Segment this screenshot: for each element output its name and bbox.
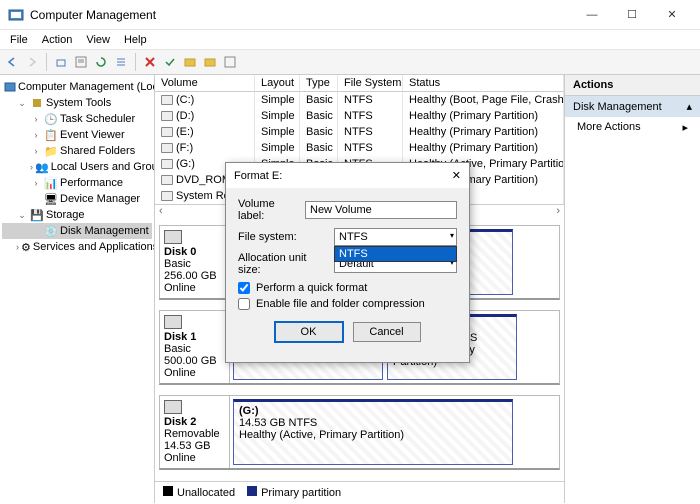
disk-icon bbox=[164, 315, 182, 329]
volume-icon bbox=[161, 175, 173, 185]
refresh-icon[interactable] bbox=[93, 54, 109, 70]
tree-services-apps[interactable]: ›⚙Services and Applications bbox=[2, 239, 152, 255]
collapse-icon: ▴ bbox=[686, 100, 692, 113]
tree-event-viewer[interactable]: ›📋Event Viewer bbox=[2, 127, 152, 143]
window-title: Computer Management bbox=[30, 8, 572, 22]
folder-icon[interactable] bbox=[182, 54, 198, 70]
quick-format-checkbox[interactable]: Perform a quick format bbox=[238, 282, 457, 294]
disk-label[interactable]: Disk 0Basic256.00 GBOnline bbox=[160, 226, 230, 298]
back-icon[interactable] bbox=[4, 54, 20, 70]
disk-icon bbox=[164, 230, 182, 244]
quick-format-input[interactable] bbox=[238, 282, 250, 294]
volume-icon bbox=[161, 127, 173, 137]
volume-row[interactable]: (E:)SimpleBasicNTFSHealthy (Primary Part… bbox=[155, 124, 564, 140]
tree-panel: Computer Management (Local ⌄System Tools… bbox=[0, 75, 155, 503]
tree-shared-folders[interactable]: ›📁Shared Folders bbox=[2, 143, 152, 159]
col-status[interactable]: Status bbox=[403, 75, 564, 92]
chevron-right-icon: ▸ bbox=[682, 121, 688, 134]
volume-icon bbox=[161, 95, 173, 105]
disk-label[interactable]: Disk 1Basic500.00 GBOnline bbox=[160, 311, 230, 383]
tree-task-scheduler[interactable]: ›🕒Task Scheduler bbox=[2, 111, 152, 127]
tree-disk-management[interactable]: 💿Disk Management bbox=[2, 223, 152, 239]
app-icon bbox=[8, 7, 24, 23]
close-button[interactable]: ✕ bbox=[652, 1, 692, 29]
volume-row[interactable]: (C:)SimpleBasicNTFSHealthy (Boot, Page F… bbox=[155, 92, 564, 108]
volume-icon bbox=[161, 111, 173, 121]
list-icon[interactable] bbox=[113, 54, 129, 70]
filesystem-dropdown: NTFS bbox=[334, 246, 457, 262]
minimize-button[interactable]: — bbox=[572, 1, 612, 29]
tree-storage[interactable]: ⌄💾Storage bbox=[2, 207, 152, 223]
properties-icon[interactable] bbox=[73, 54, 89, 70]
folder2-icon[interactable] bbox=[202, 54, 218, 70]
check-icon[interactable] bbox=[162, 54, 178, 70]
dialog-title: Format E: bbox=[234, 170, 282, 182]
filesystem-label: File system: bbox=[238, 231, 328, 243]
filesystem-combo[interactable]: NTFS▾ NTFS bbox=[334, 228, 457, 246]
cancel-button[interactable]: Cancel bbox=[353, 322, 421, 342]
toolbar bbox=[0, 49, 700, 75]
tree-local-users[interactable]: ›👥Local Users and Groups bbox=[2, 159, 152, 175]
disk-icon bbox=[164, 400, 182, 414]
dialog-titlebar: Format E: ✕ bbox=[226, 163, 469, 188]
maximize-button[interactable]: ☐ bbox=[612, 1, 652, 29]
up-icon[interactable] bbox=[53, 54, 69, 70]
tree-system-tools[interactable]: ⌄System Tools bbox=[2, 95, 152, 111]
tree-device-manager[interactable]: 🖥Device Manager bbox=[2, 191, 152, 207]
disk-row: Disk 2Removable14.53 GBOnline(G:)14.53 G… bbox=[159, 395, 560, 470]
actions-panel: Actions Disk Management▴ More Actions▸ bbox=[565, 75, 700, 503]
volume-label-label: Volume label: bbox=[238, 198, 299, 222]
menubar: File Action View Help bbox=[0, 30, 700, 49]
partition[interactable]: (G:)14.53 GB NTFSHealthy (Active, Primar… bbox=[233, 399, 513, 465]
menu-help[interactable]: Help bbox=[118, 32, 153, 48]
col-filesystem[interactable]: File System bbox=[338, 75, 403, 92]
menu-action[interactable]: Action bbox=[36, 32, 79, 48]
col-type[interactable]: Type bbox=[300, 75, 338, 92]
compression-input[interactable] bbox=[238, 298, 250, 310]
chevron-down-icon: ▾ bbox=[450, 231, 454, 240]
forward-icon[interactable] bbox=[24, 54, 40, 70]
legend-unallocated: Unallocated bbox=[163, 486, 235, 499]
menu-file[interactable]: File bbox=[4, 32, 34, 48]
tree-root[interactable]: Computer Management (Local bbox=[2, 79, 152, 95]
col-volume[interactable]: Volume bbox=[155, 75, 255, 92]
disk-label[interactable]: Disk 2Removable14.53 GBOnline bbox=[160, 396, 230, 468]
volume-icon bbox=[161, 143, 173, 153]
menu-view[interactable]: View bbox=[80, 32, 116, 48]
legend: Unallocated Primary partition bbox=[155, 481, 564, 503]
titlebar: Computer Management — ☐ ✕ bbox=[0, 0, 700, 30]
actions-more[interactable]: More Actions▸ bbox=[565, 117, 700, 138]
legend-primary: Primary partition bbox=[247, 486, 341, 499]
compression-checkbox[interactable]: Enable file and folder compression bbox=[238, 298, 457, 310]
allocation-label: Allocation unit size: bbox=[238, 252, 328, 276]
ok-button[interactable]: OK bbox=[275, 322, 343, 342]
col-layout[interactable]: Layout bbox=[255, 75, 300, 92]
volume-label-input[interactable] bbox=[305, 201, 457, 219]
format-dialog: Format E: ✕ Volume label: File system: N… bbox=[225, 162, 470, 363]
volume-row[interactable]: (F:)SimpleBasicNTFSHealthy (Primary Part… bbox=[155, 140, 564, 156]
filesystem-option-ntfs[interactable]: NTFS bbox=[335, 247, 456, 261]
dialog-close-icon[interactable]: ✕ bbox=[452, 169, 461, 182]
volume-icon bbox=[161, 191, 173, 201]
help-icon[interactable] bbox=[222, 54, 238, 70]
volume-icon bbox=[161, 159, 173, 169]
tree-performance[interactable]: ›📊Performance bbox=[2, 175, 152, 191]
volume-row[interactable]: (D:)SimpleBasicNTFSHealthy (Primary Part… bbox=[155, 108, 564, 124]
actions-disk-management[interactable]: Disk Management▴ bbox=[565, 96, 700, 117]
volume-header-row: Volume Layout Type File System Status bbox=[155, 75, 564, 92]
delete-icon[interactable] bbox=[142, 54, 158, 70]
actions-header: Actions bbox=[565, 75, 700, 96]
